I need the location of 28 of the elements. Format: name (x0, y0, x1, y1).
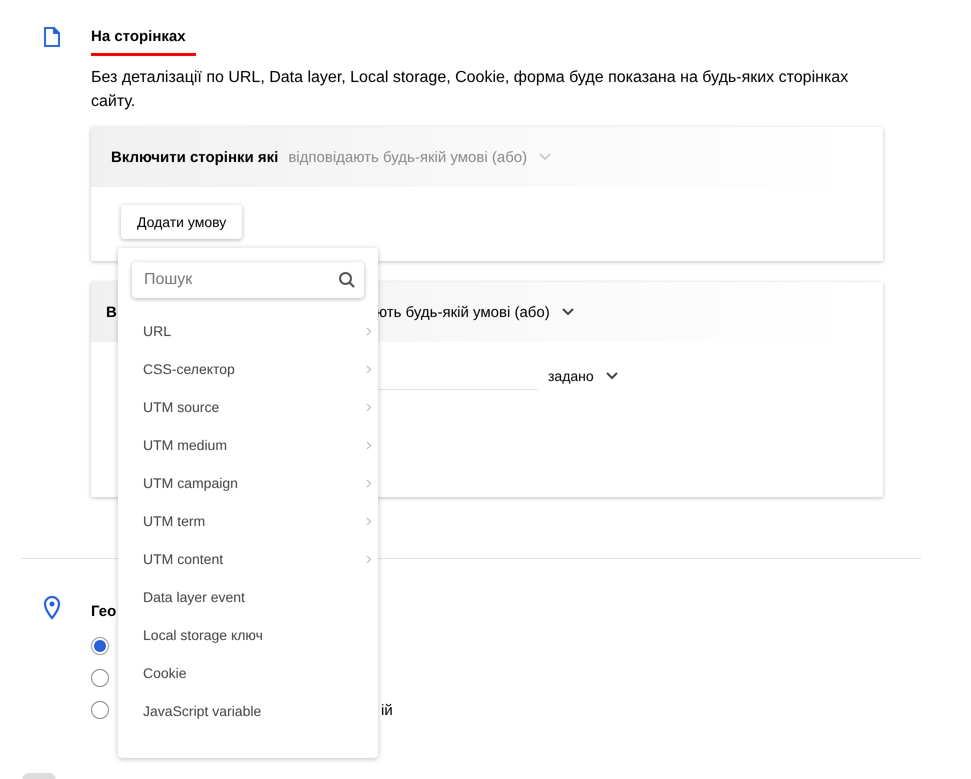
menu-item[interactable]: Data layer event (132, 578, 372, 616)
menu-item[interactable]: URL (132, 312, 372, 350)
menu-item[interactable]: UTM campaign (132, 464, 372, 502)
search-field[interactable]: Пошук (132, 262, 364, 298)
location-pin-icon (42, 595, 62, 621)
menu-item[interactable]: UTM content (132, 540, 372, 578)
chevron-icon[interactable] (606, 372, 618, 380)
search-icon[interactable] (338, 271, 356, 289)
menu-item[interactable]: Local storage ключ (132, 616, 372, 654)
menu-item[interactable]: UTM term (132, 502, 372, 540)
menu-item[interactable]: UTM medium (132, 426, 372, 464)
section-description: Без деталізації по URL, Data layer, Local storage, Cookie, форма буде показана на будь-яких сторінках сайту. (91, 68, 850, 112)
radio-button[interactable] (91, 701, 109, 719)
menu-item[interactable]: CSS-селектор (132, 350, 372, 388)
menu-item[interactable]: UTM source (132, 388, 372, 426)
menu-item[interactable]: JavaScript variable (132, 692, 372, 730)
menu-item[interactable]: Cookie (132, 654, 372, 692)
card-title: В (106, 304, 117, 320)
document-icon (44, 27, 60, 47)
add-condition-button[interactable]: Додати умову (121, 205, 242, 239)
operator-selector[interactable]: задано (548, 368, 594, 384)
card-title: Включити сторінки які (111, 148, 278, 166)
radio-button[interactable] (91, 669, 109, 687)
radio-label: ій (381, 702, 393, 718)
section-title: Гео (91, 603, 118, 620)
section-title: На сторінках (91, 24, 196, 56)
radio-button[interactable] (91, 637, 109, 655)
chevron-icon[interactable] (562, 308, 574, 316)
